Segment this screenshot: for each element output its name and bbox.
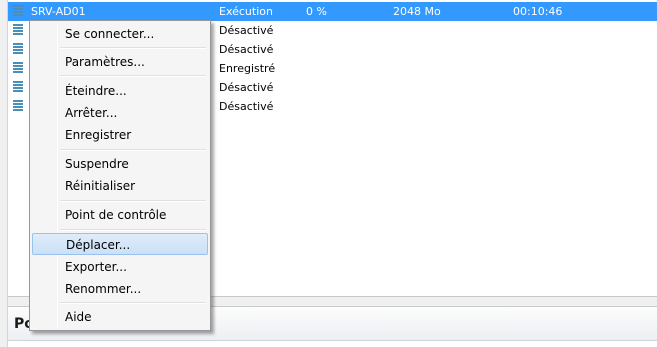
menu-separator [60,200,206,202]
menu-item-label: Se connecter... [65,27,155,41]
virtual-machine-icon [13,43,23,56]
left-pane-edge [0,0,8,347]
menu-item-label: Arrêter... [65,106,118,120]
menu-item-label: Paramètres... [65,55,145,69]
menu-item-label: Suspendre [65,157,129,171]
menu-separator [60,229,206,231]
virtual-machine-icon [13,100,23,113]
vm-state: Exécution [219,5,273,18]
menu-item-reset[interactable]: Réinitialiser [32,175,208,197]
menu-item-label: Point de contrôle [65,208,167,222]
menu-separator [60,75,206,77]
menu-item-label: Réinitialiser [65,179,136,193]
menu-separator [60,47,206,49]
menu-item-label: Enregistrer [65,128,132,142]
menu-item-checkpoint[interactable]: Point de contrôle [32,204,208,226]
menu-item-pause[interactable]: Suspendre [32,153,208,175]
vm-row[interactable]: SRV-AD01 Exécution 0 % 2048 Mo 00:10:46 [8,2,657,21]
vm-uptime: 00:10:46 [513,5,563,18]
menu-item-turn-off[interactable]: Éteindre... [32,80,208,102]
menu-item-label: Exporter... [65,260,127,274]
vm-name: SRV-AD01 [31,5,86,18]
menu-item-move[interactable]: Déplacer... [32,233,208,255]
menu-item-save[interactable]: Enregistrer [32,124,208,146]
vm-state: Désactivé [219,100,274,113]
menu-item-help[interactable]: Aide [32,306,208,328]
menu-item-shut-down[interactable]: Arrêter... [32,102,208,124]
vm-state: Enregistré [219,62,276,75]
context-menu: Se connecter... Paramètres... Éteindre..… [29,20,211,331]
vm-assigned-memory: 2048 Mo [393,5,441,18]
menu-item-label: Aide [65,310,92,324]
virtual-machine-icon [13,81,23,94]
vm-cpu-usage: 0 % [306,5,327,18]
vm-state: Désactivé [219,43,274,56]
menu-item-rename[interactable]: Renommer... [32,278,208,300]
virtual-machine-icon [13,24,23,37]
menu-item-settings[interactable]: Paramètres... [32,51,208,73]
virtual-machine-icon [13,5,23,18]
menu-separator [60,302,206,304]
menu-item-label: Renommer... [65,282,142,296]
menu-item-connect[interactable]: Se connecter... [32,23,208,45]
menu-item-label: Déplacer... [66,238,131,252]
menu-item-export[interactable]: Exporter... [32,256,208,278]
menu-separator [60,149,206,151]
virtual-machine-icon [13,62,23,75]
menu-item-label: Éteindre... [65,84,127,98]
vm-state: Désactivé [219,81,274,94]
vm-state: Désactivé [219,24,274,37]
